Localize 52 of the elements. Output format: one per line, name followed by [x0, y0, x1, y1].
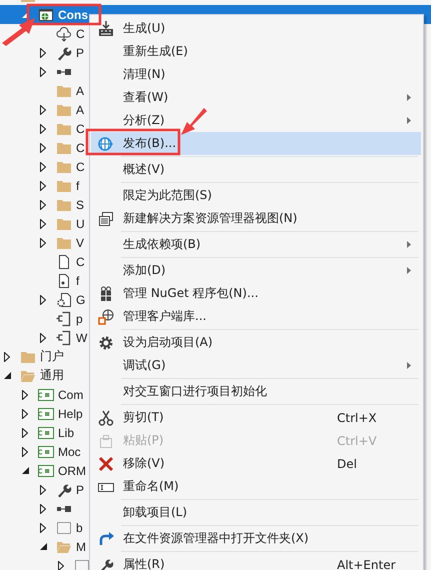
tree-item[interactable]: P [0, 43, 88, 62]
tree-item[interactable]: 门户 [0, 347, 68, 366]
menu-item[interactable]: 发布(B)... [91, 132, 421, 155]
menu-item[interactable]: 剪切(T) Ctrl+X [91, 406, 421, 429]
tree-item[interactable]: p [0, 309, 87, 328]
tree-item[interactable]: A [0, 81, 88, 100]
menu-item[interactable]: 限定为此范围(S) [91, 184, 421, 207]
tree-item[interactable]: Lib [0, 423, 78, 442]
menu-item[interactable]: 概述(V) [91, 158, 421, 181]
menu-item[interactable]: 分析(Z) [91, 109, 421, 132]
menu-item[interactable]: 添加(D) [91, 259, 421, 282]
shortcut-text: Ctrl+X [337, 410, 378, 424]
tree-item[interactable]: f [0, 271, 84, 290]
menu-item[interactable]: 设为启动项目(A) [91, 331, 421, 354]
menu-item[interactable]: 生成(U) [91, 17, 421, 40]
tree-item[interactable]: A [0, 100, 88, 119]
menu-item[interactable]: 重命名(M) [91, 475, 421, 498]
menu-item[interactable]: 清理(N) [91, 63, 421, 86]
tree-item[interactable]: W [0, 328, 92, 347]
tree-item[interactable]: 通用 [0, 366, 68, 385]
tree-item[interactable]: C [0, 252, 89, 271]
tree-item[interactable]: Com [0, 385, 88, 404]
tree-item[interactable]: S [0, 195, 88, 214]
menu-item[interactable]: 对交互窗口进行项目初始化 [91, 380, 421, 403]
shortcut-text: Del [337, 456, 358, 470]
tree-item[interactable]: Help [0, 404, 87, 423]
menu-item[interactable]: 重新生成(E) [91, 40, 421, 63]
tree-item[interactable]: M [0, 537, 90, 556]
tree-item[interactable]: C [0, 138, 89, 157]
menu-item[interactable]: 属性(R) Alt+Enter [91, 553, 421, 570]
tree-item[interactable]: C [0, 24, 89, 43]
menu-item[interactable]: 调试(G) [91, 354, 421, 377]
tree-item[interactable]: U [0, 214, 89, 233]
tree-item[interactable]: V [0, 233, 88, 252]
tree-item[interactable]: ORM [0, 461, 90, 480]
tree-item[interactable]: b [0, 518, 87, 537]
tree-item[interactable]: P [0, 480, 88, 499]
shortcut-text: Ctrl+V [337, 434, 378, 448]
tree-item[interactable]: G [0, 290, 90, 309]
menu-item[interactable]: 生成依赖项(B) [91, 233, 421, 256]
menu-item[interactable]: 管理客户端库... [91, 305, 421, 328]
tree-item[interactable]: C [0, 119, 89, 138]
tree-item[interactable]: C [0, 157, 89, 176]
menu-item[interactable]: 管理 NuGet 程序包(N)... [91, 282, 421, 305]
menu-item[interactable]: 查看(W) [91, 86, 421, 109]
tree-item[interactable]: f [0, 176, 84, 195]
menu-item[interactable]: 卸载项目(L) [91, 501, 421, 524]
menu-item[interactable]: 在文件资源管理器中打开文件夹(X) [91, 527, 421, 550]
menu-item[interactable]: 移除(V) Del [91, 452, 421, 475]
shortcut-text: Alt+Enter [337, 558, 397, 570]
tree-item[interactable]: Moc [0, 442, 85, 461]
menu-item[interactable]: 新建解决方案资源管理器视图(N) [91, 207, 421, 230]
